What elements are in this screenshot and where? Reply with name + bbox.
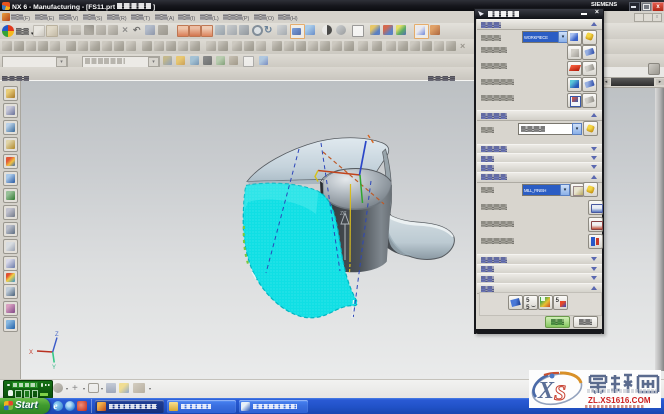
svg-text:Z: Z — [55, 332, 59, 338]
svg-text:X: X — [537, 378, 555, 404]
svg-text:X: X — [29, 350, 33, 356]
svg-text:Y: Y — [52, 365, 56, 371]
svg-text:ZC: ZC — [340, 211, 347, 217]
svg-text:S: S — [554, 380, 566, 405]
